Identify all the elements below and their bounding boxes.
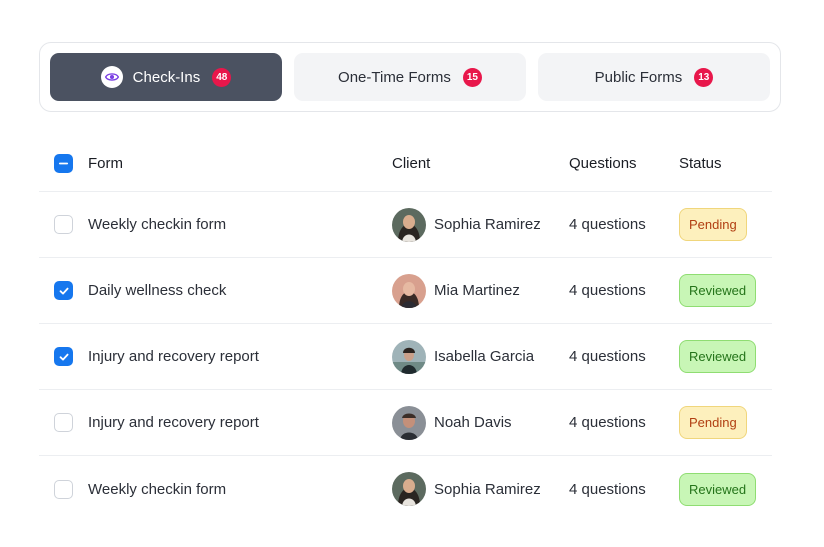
select-all-checkbox[interactable] xyxy=(54,154,73,173)
question-count: 4 questions xyxy=(569,216,646,233)
row-checkbox[interactable] xyxy=(54,347,73,366)
form-name: Daily wellness check xyxy=(88,282,227,299)
table-row[interactable]: Injury and recovery report Noah Davis 4 … xyxy=(39,390,772,456)
question-count: 4 questions xyxy=(569,414,646,431)
question-count: 4 questions xyxy=(569,480,646,498)
header-form: Form xyxy=(88,155,123,172)
eye-icon xyxy=(100,66,123,88)
client-name: Noah Davis xyxy=(434,414,512,431)
tab-check-ins[interactable]: Check-Ins 48 xyxy=(50,53,282,101)
tab-one-time-forms[interactable]: One-Time Forms 15 xyxy=(294,53,526,101)
form-name: Weekly checkin form xyxy=(88,480,227,498)
row-checkbox[interactable] xyxy=(54,281,73,300)
tab-public-forms-label: Public Forms xyxy=(594,68,683,86)
row-checkbox[interactable] xyxy=(54,215,73,234)
row-checkbox[interactable] xyxy=(54,413,73,432)
tab-check-ins-label: Check-Ins xyxy=(132,68,201,86)
tab-check-ins-count: 48 xyxy=(212,67,232,87)
checkmark-icon xyxy=(59,353,68,360)
client-name: Sophia Ramirez xyxy=(434,216,541,233)
avatar xyxy=(392,472,426,506)
header-questions: Questions xyxy=(569,155,637,172)
table-row[interactable]: Weekly checkin form Sophia Ramirez 4 que… xyxy=(39,456,772,522)
avatar xyxy=(392,207,426,242)
header-status: Status xyxy=(679,155,722,172)
question-count: 4 questions xyxy=(569,348,646,365)
question-count: 4 questions xyxy=(569,282,646,299)
table-row[interactable]: Injury and recovery report Isabella Garc… xyxy=(39,324,772,390)
client-name: Isabella Garcia xyxy=(434,348,535,365)
status-badge: Reviewed xyxy=(679,340,757,373)
table-header: Form Client Questions Status xyxy=(39,136,772,192)
row-checkbox[interactable] xyxy=(54,479,73,499)
status-badge: Reviewed xyxy=(679,274,757,307)
avatar xyxy=(392,339,426,374)
table-row[interactable]: Weekly checkin form Sophia Ramirez 4 que… xyxy=(39,192,772,258)
client-name: Sophia Ramirez xyxy=(434,480,541,498)
avatar xyxy=(392,405,426,440)
checkmark-icon xyxy=(59,287,68,294)
status-badge: Pending xyxy=(679,406,747,439)
table-row[interactable]: Daily wellness check Mia Martinez 4 ques… xyxy=(39,258,772,324)
form-name: Weekly checkin form xyxy=(88,216,227,233)
tab-public-forms-count: 13 xyxy=(694,67,714,87)
status-badge: Reviewed xyxy=(679,472,757,506)
status-badge: Pending xyxy=(679,208,747,241)
client-name: Mia Martinez xyxy=(434,282,520,299)
tab-one-time-forms-count: 15 xyxy=(462,67,482,87)
tab-one-time-forms-label: One-Time Forms xyxy=(338,68,451,86)
form-name: Injury and recovery report xyxy=(88,414,259,431)
forms-table: Form Client Questions Status Weekly chec… xyxy=(39,136,772,522)
form-type-tabs: Check-Ins 48 One-Time Forms 15 Public Fo… xyxy=(39,42,781,112)
tab-public-forms[interactable]: Public Forms 13 xyxy=(538,53,770,101)
form-name: Injury and recovery report xyxy=(88,348,259,365)
minus-icon xyxy=(58,162,69,165)
avatar xyxy=(392,273,426,308)
header-client: Client xyxy=(392,155,431,172)
